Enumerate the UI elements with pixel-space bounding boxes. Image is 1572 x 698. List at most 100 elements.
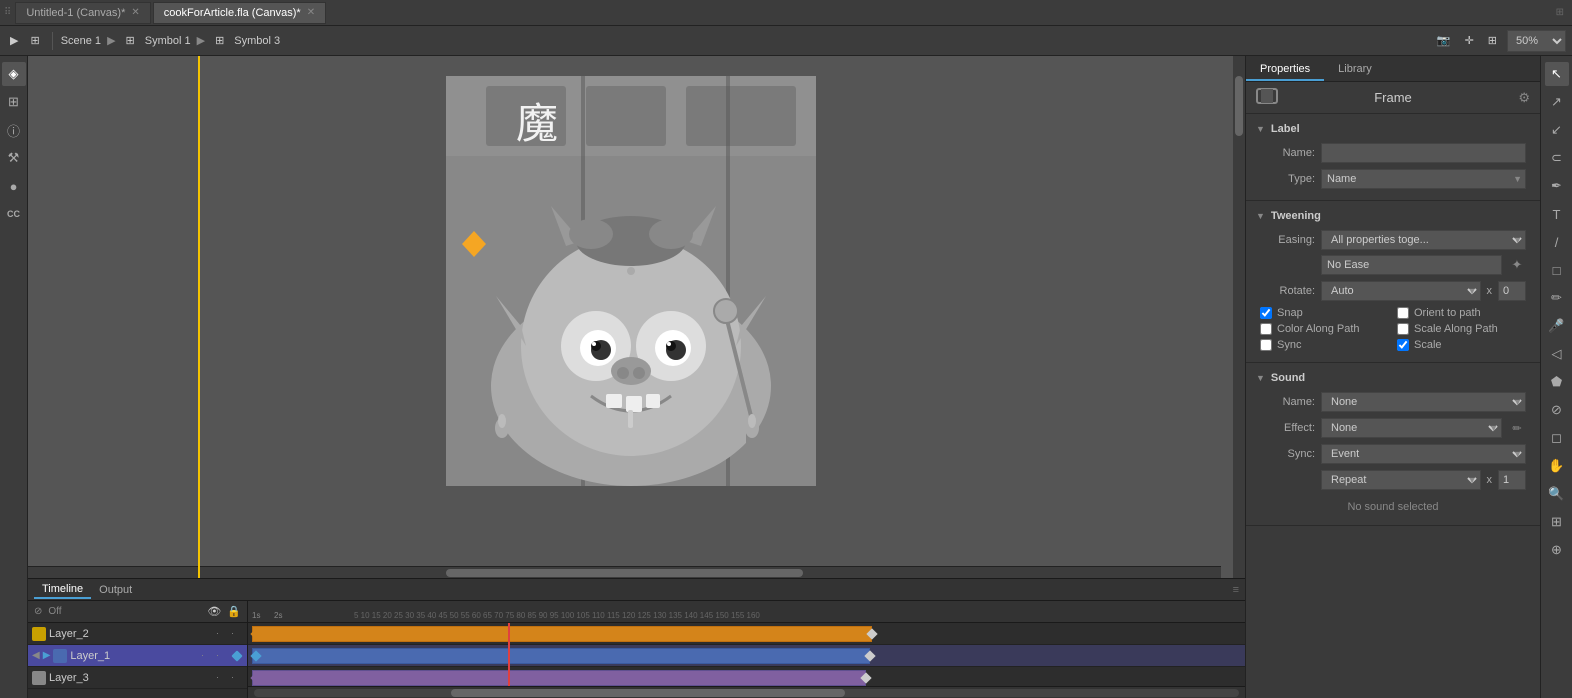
breadcrumb-symbol1[interactable]: Symbol 1 <box>145 35 191 47</box>
sound-name-label: Name: <box>1260 396 1315 408</box>
scene-options[interactable]: ⊞ <box>26 32 43 49</box>
grid-tool-btn[interactable]: ⊞ <box>2 90 26 114</box>
tab-untitled[interactable]: Untitled-1 (Canvas)* ✕ <box>15 2 150 24</box>
timeline-eye-icon[interactable]: 👁 <box>207 605 221 618</box>
canvas-hscroll[interactable] <box>28 566 1221 578</box>
symbol3-icon[interactable]: ⊞ <box>211 32 228 49</box>
easing-label: Easing: <box>1260 234 1315 246</box>
section-label-header[interactable]: ▼ Label <box>1246 120 1540 138</box>
label-type-select[interactable]: Name Comment Anchor <box>1321 169 1526 189</box>
layer-row-layer1[interactable]: ◀ ▶ Layer_1 · · <box>28 645 247 667</box>
timeline-lock-icon[interactable]: 🔒 <box>227 605 241 618</box>
symbol1-icon[interactable]: ⊞ <box>122 32 139 49</box>
tab-library[interactable]: Library <box>1324 59 1386 81</box>
ink-btn[interactable]: ◁ <box>1545 342 1569 366</box>
layer1-eye-btn[interactable]: · <box>201 650 213 662</box>
select-tool-btn[interactable]: ◈ <box>2 62 26 86</box>
section-sound-header[interactable]: ▼ Sound <box>1246 369 1540 387</box>
select-tool-btn2[interactable]: ↗ <box>1545 90 1569 114</box>
timeline-hscroll-thumb[interactable] <box>451 689 845 697</box>
color-along-path-label: Color Along Path <box>1277 323 1360 335</box>
tab-properties[interactable]: Properties <box>1246 59 1324 81</box>
layer2-lock-btn[interactable]: · <box>231 628 243 640</box>
layer3-lock-btn[interactable]: · <box>231 672 243 684</box>
noease-eyedropper-btn[interactable]: ✦ <box>1508 256 1526 274</box>
tools-btn[interactable]: ⚒ <box>2 146 26 170</box>
tab-untitled-close[interactable]: ✕ <box>131 7 139 18</box>
zoom-btn[interactable]: 🔍 <box>1545 482 1569 506</box>
transform3-btn[interactable]: ⊞ <box>1545 510 1569 534</box>
track-layer1 <box>248 645 1245 667</box>
lasso-btn[interactable]: ⊂ <box>1545 146 1569 170</box>
rotate-select[interactable]: Auto None CW CCW <box>1321 281 1481 301</box>
sound-repeat-count-input[interactable] <box>1498 470 1526 490</box>
hand-btn[interactable]: ✋ <box>1545 454 1569 478</box>
sync-checkbox[interactable] <box>1260 339 1272 351</box>
rotate-label: Rotate: <box>1260 285 1315 297</box>
sound-sync-select[interactable]: Event Start Stop Stream <box>1321 444 1526 464</box>
right-tools-panel: ↖ ↗ ↙ ⊂ ✒ T / □ ✏ 🎤 ◁ ⬟ ⊘ ◻ ✋ 🔍 ⊞ ⊕ <box>1540 56 1572 698</box>
scene-icon[interactable]: ▶ <box>6 32 22 49</box>
section-tweening-header[interactable]: ▼ Tweening <box>1246 207 1540 225</box>
paint-bucket-btn[interactable]: ⬟ <box>1545 370 1569 394</box>
scale-along-path-checkbox[interactable] <box>1397 323 1409 335</box>
timeline-options-btn[interactable]: ≡ <box>1233 584 1239 596</box>
rotate-num-input[interactable] <box>1498 281 1526 301</box>
layer2-eye-btn[interactable]: · <box>216 628 228 640</box>
tab-expand-btn[interactable]: ⊞ <box>1556 7 1564 18</box>
layer3-eye-btn[interactable]: · <box>216 672 228 684</box>
transform-btn[interactable]: ✛ <box>1461 32 1478 49</box>
breadcrumb-symbol3[interactable]: Symbol 3 <box>234 35 280 47</box>
camera-btn[interactable]: 📷 <box>1433 32 1455 49</box>
layer1-lock-btn[interactable]: · <box>216 650 228 662</box>
scale-label: Scale <box>1414 339 1442 351</box>
label-name-input[interactable] <box>1321 143 1526 163</box>
pencil2-btn[interactable]: ✏ <box>1545 286 1569 310</box>
layer3-controls: · · <box>216 672 243 684</box>
camera2-btn[interactable]: ⊕ <box>1545 538 1569 562</box>
tab-cook[interactable]: cookForArticle.fla (Canvas)* ✕ <box>153 2 326 24</box>
sound-effect-select[interactable]: None Left Channel Right Channel <box>1321 418 1502 438</box>
sound-effect-edit-btn[interactable]: ✏ <box>1508 419 1526 437</box>
layer-row-layer2[interactable]: Layer_2 · · <box>28 623 247 645</box>
timeline-tracks <box>248 623 1245 686</box>
sound-name-select[interactable]: None <box>1321 392 1526 412</box>
brush-btn[interactable]: 🎤 <box>1545 314 1569 338</box>
text-btn[interactable]: T <box>1545 202 1569 226</box>
sound-repeat-select[interactable]: Repeat Loop <box>1321 470 1481 490</box>
layer2-name: Layer_2 <box>49 628 213 640</box>
zoom-select[interactable]: 50% 25% 75% 100% <box>1507 30 1566 52</box>
snap-checkbox[interactable] <box>1260 307 1272 319</box>
noease-input[interactable]: No Ease <box>1321 255 1502 275</box>
timeline-hscroll[interactable] <box>248 686 1245 698</box>
panel-settings-btn[interactable]: ⚙ <box>1518 90 1530 106</box>
orient-label: Orient to path <box>1414 307 1481 319</box>
orient-checkbox[interactable] <box>1397 307 1409 319</box>
breadcrumb-scene[interactable]: Scene 1 <box>61 35 101 47</box>
canvas-vscroll[interactable] <box>1233 56 1245 578</box>
tab-cook-close[interactable]: ✕ <box>307 7 315 18</box>
transform2-btn[interactable]: ⊞ <box>1484 32 1501 49</box>
paint-btn[interactable]: ● <box>2 174 26 198</box>
timeline-hscroll-track <box>254 689 1239 697</box>
scale-checkbox[interactable] <box>1397 339 1409 351</box>
cc-btn[interactable]: CC <box>2 202 26 226</box>
checkbox-orient: Orient to path <box>1397 307 1526 319</box>
easing-select[interactable]: All properties toge... Individual proper… <box>1321 230 1526 250</box>
layer2-color-icon <box>32 627 46 641</box>
arrow-tool-btn[interactable]: ↖ <box>1545 62 1569 86</box>
drag-handle: ⠿ <box>4 7 11 18</box>
rectangle-btn[interactable]: □ <box>1545 258 1569 282</box>
pen-btn[interactable]: ✒ <box>1545 174 1569 198</box>
color-along-path-checkbox[interactable] <box>1260 323 1272 335</box>
layer-row-layer3[interactable]: Layer_3 · · <box>28 667 247 689</box>
tab-output[interactable]: Output <box>91 582 140 598</box>
eyedropper2-btn[interactable]: ⊘ <box>1545 398 1569 422</box>
line-btn[interactable]: / <box>1545 230 1569 254</box>
subselect-btn[interactable]: ↙ <box>1545 118 1569 142</box>
tab-timeline[interactable]: Timeline <box>34 581 91 599</box>
eraser-btn[interactable]: ◻ <box>1545 426 1569 450</box>
canvas-hscroll-thumb[interactable] <box>446 569 804 577</box>
info-btn[interactable]: ⓘ <box>2 118 26 142</box>
canvas-vscroll-thumb[interactable] <box>1235 76 1243 136</box>
